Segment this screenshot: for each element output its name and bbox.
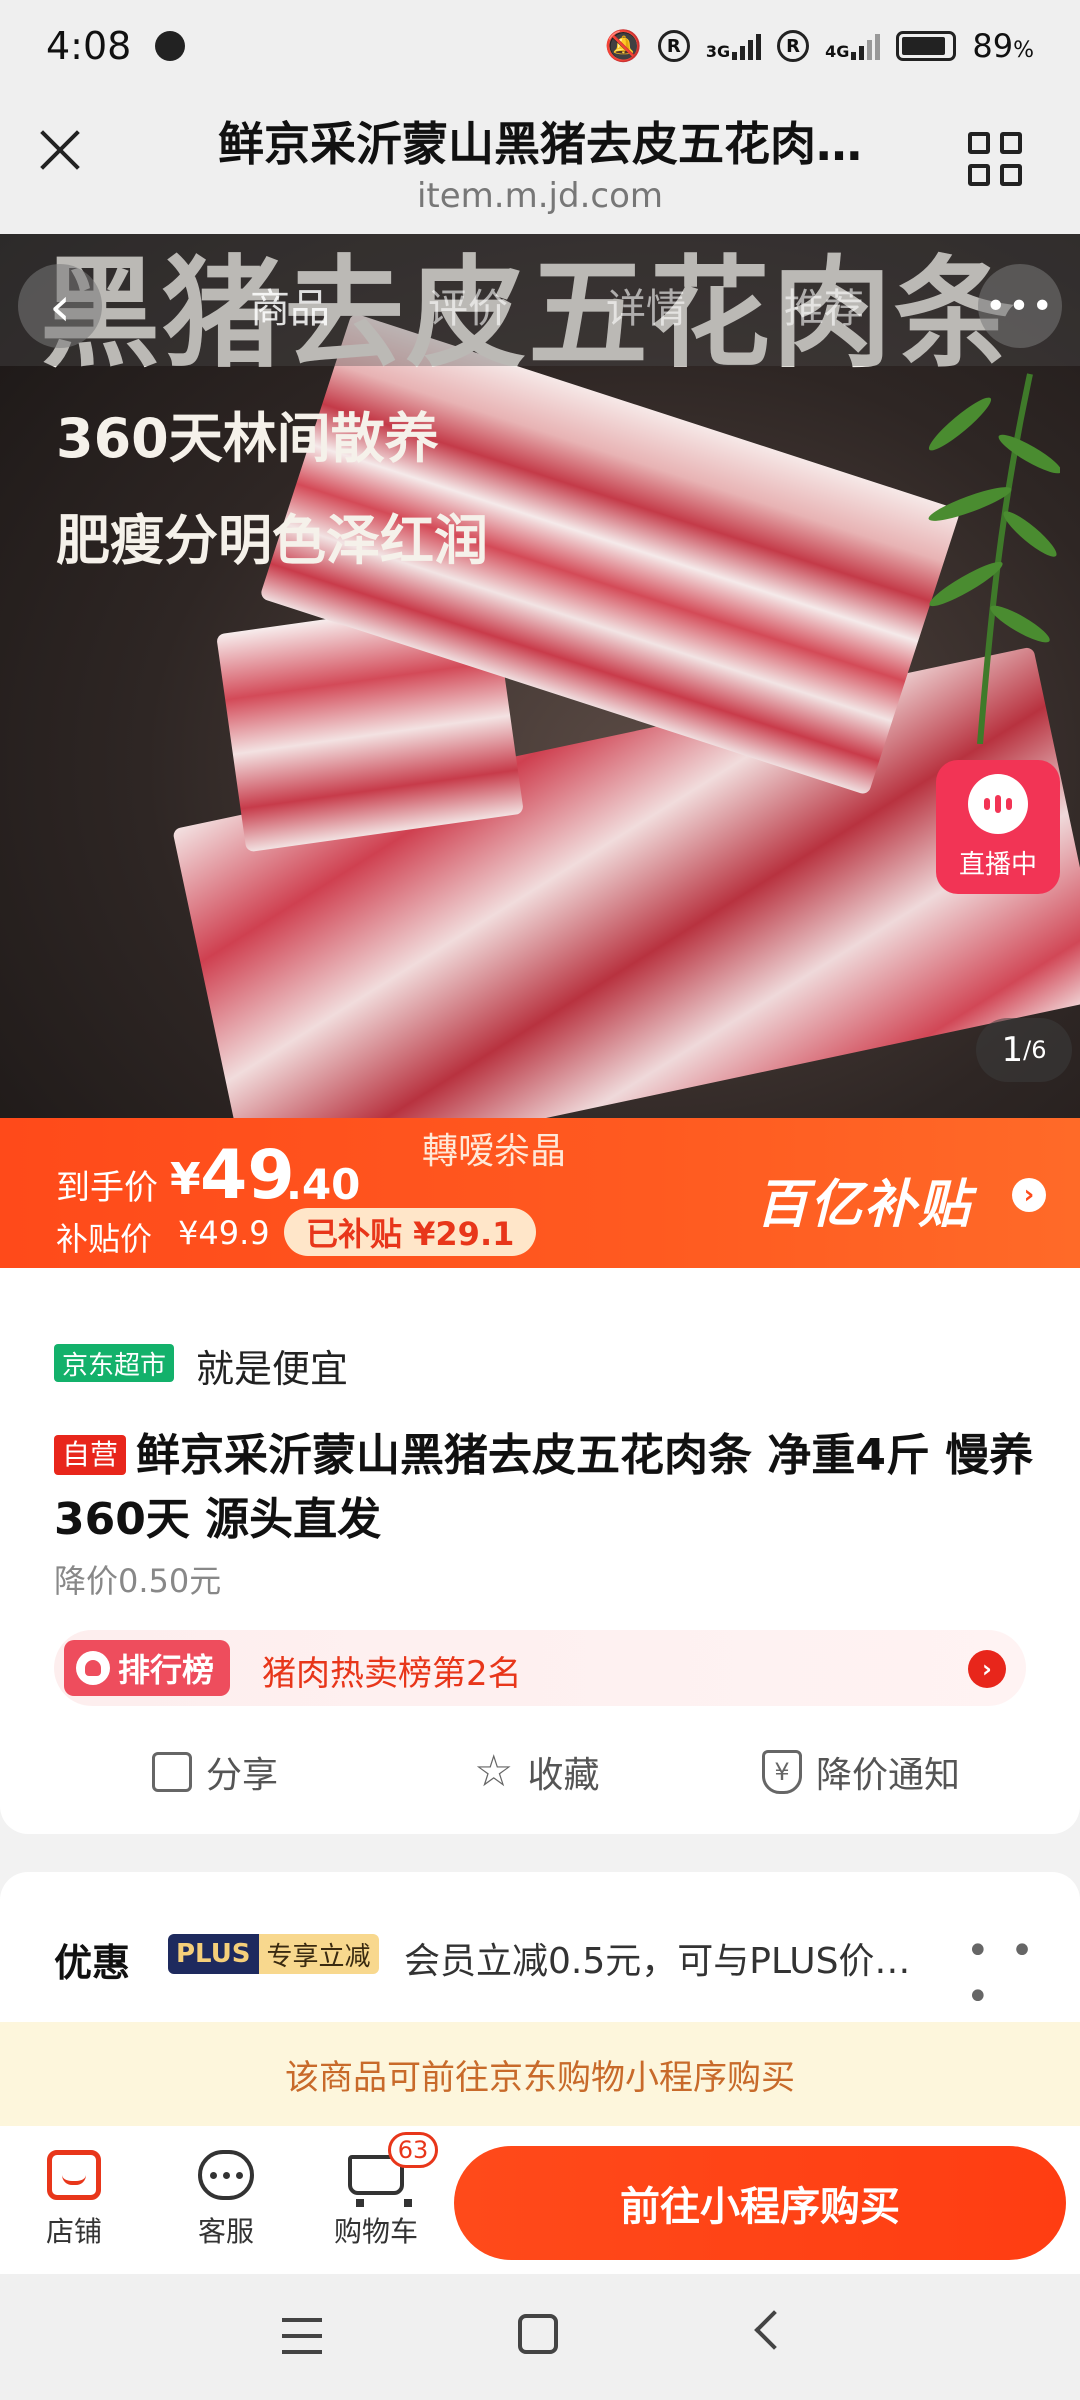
- service-label: 客服: [197, 2215, 254, 2248]
- ranking-label: 排行榜: [118, 1651, 215, 1689]
- plus-badge: PLUS 专享立减: [168, 1934, 379, 1974]
- favorite-button[interactable]: ☆ 收藏: [474, 1746, 599, 1798]
- tab-reviews[interactable]: 评价: [428, 276, 508, 334]
- self-operated-badge: 自营: [54, 1435, 127, 1475]
- product-image-carousel[interactable]: 黑猪去皮五花肉条 360天林间散养 肥瘦分明色泽红润: [0, 234, 1080, 1118]
- notification-icon: [155, 31, 186, 61]
- star-icon: ☆: [474, 1746, 514, 1797]
- ranking-badge: 排行榜: [64, 1640, 231, 1696]
- roaming-icon: R: [657, 30, 690, 62]
- store-tag: 轉嗳尜晶: [422, 1131, 567, 1172]
- status-right: 🔕 R 3G R 4G 89%: [604, 27, 1034, 65]
- cart-label: 购物车: [333, 2215, 418, 2248]
- more-icon[interactable]: •••: [978, 264, 1062, 348]
- close-icon[interactable]: [30, 120, 90, 180]
- subsidy-saved-badge: 已补贴 ¥29.1: [284, 1208, 537, 1256]
- battery-level: 89%: [972, 27, 1034, 65]
- product-actions: 分享 ☆ 收藏 ¥ 降价通知: [0, 1746, 1080, 1806]
- final-price-integer: 49: [200, 1136, 295, 1215]
- section-tabs: ‹ 商品 评价 详情 推荐 •••: [0, 234, 1080, 366]
- favorite-label: 收藏: [527, 1755, 600, 1796]
- system-navigation-bar: [0, 2274, 1080, 2400]
- price-drop-text: 降价0.50元: [54, 1562, 222, 1600]
- page-url: item.m.jd.com: [416, 176, 663, 216]
- price-bar[interactable]: 轉嗳尜晶 到手价 ¥ 49 .40 补贴价 ¥49.9 已补贴 ¥29.1 百亿…: [0, 1118, 1080, 1268]
- chevron-right-icon: ›: [968, 1650, 1006, 1688]
- hero-subtitle-1: 360天林间散养: [56, 407, 439, 470]
- back-icon[interactable]: ‹: [18, 264, 102, 348]
- share-button[interactable]: 分享: [152, 1746, 278, 1798]
- tab-details[interactable]: 详情: [606, 276, 686, 334]
- promotion-text: 会员立减0.5元，可与PLUS价…: [404, 1941, 911, 1982]
- live-icon: [968, 773, 1028, 834]
- tab-product[interactable]: 商品: [250, 276, 330, 334]
- mini-program-notice: 该商品可前往京东购物小程序购买: [0, 2022, 1080, 2126]
- final-price-label: 到手价: [56, 1168, 158, 1208]
- bottom-action-bar: 店铺 客服 63 购物车 前往小程序购买: [0, 2126, 1080, 2274]
- subsidy-price: ¥49.9: [178, 1214, 270, 1252]
- buy-in-mini-program-button[interactable]: 前往小程序购买: [454, 2146, 1066, 2260]
- back-nav-icon[interactable]: [754, 2310, 794, 2350]
- chat-icon: [198, 2150, 254, 2200]
- page-title: 鲜京采沂蒙山黑猪去皮五花肉…: [218, 117, 862, 171]
- roaming-icon-2: R: [777, 30, 810, 62]
- battery-icon: [896, 31, 957, 61]
- store-icon: [47, 2150, 101, 2200]
- status-time: 4:08: [46, 24, 132, 68]
- customer-service-button[interactable]: 客服: [166, 2140, 286, 2250]
- mute-icon: 🔕: [604, 28, 642, 64]
- signal-4g-icon: 4G: [825, 32, 881, 61]
- tab-recommend[interactable]: 推荐: [784, 276, 864, 334]
- channel-badge: 京东超市: [54, 1344, 175, 1382]
- ranking-text: 猪肉热卖榜第2名: [262, 1654, 522, 1694]
- store-button[interactable]: 店铺: [14, 2140, 134, 2250]
- live-label: 直播中: [958, 849, 1037, 880]
- subsidy-logo: 百亿补贴: [756, 1175, 973, 1235]
- network-4g-label: 4G: [825, 42, 850, 61]
- live-button[interactable]: 直播中: [936, 760, 1060, 894]
- promotion-row[interactable]: 优惠 PLUS 专享立减 会员立减0.5元，可与PLUS价… • • •: [0, 1872, 1080, 2022]
- store-label: 店铺: [45, 2215, 102, 2248]
- ranking-bar[interactable]: 排行榜 猪肉热卖榜第2名 ›: [54, 1630, 1026, 1706]
- price-alert-label: 降价通知: [816, 1755, 961, 1796]
- trophy-icon: [76, 1651, 110, 1685]
- chevron-right-icon[interactable]: ›: [1012, 1178, 1046, 1212]
- price-alert-icon: ¥: [762, 1750, 802, 1794]
- share-label: 分享: [206, 1755, 279, 1796]
- home-icon[interactable]: [518, 2314, 558, 2354]
- currency-symbol: ¥: [170, 1154, 201, 1205]
- cart-count-badge: 63: [388, 2132, 438, 2168]
- more-icon[interactable]: • • •: [966, 1928, 1080, 2020]
- product-title: 自营 鲜京采沂蒙山黑猪去皮五花肉条 净重4斤 慢养360天 源头直发: [54, 1424, 1034, 1552]
- promotion-label: 优惠: [54, 1941, 131, 1985]
- product-title-text: 鲜京采沂蒙山黑猪去皮五花肉条 净重4斤 慢养360天 源头直发: [54, 1430, 1034, 1545]
- grid-menu-icon[interactable]: [968, 132, 1024, 188]
- browser-header: 鲜京采沂蒙山黑猪去皮五花肉… item.m.jd.com: [0, 92, 1080, 234]
- share-icon: [152, 1752, 192, 1792]
- recent-apps-icon[interactable]: [282, 2318, 322, 2354]
- hero-subtitle-2: 肥瘦分明色泽红润: [56, 509, 488, 572]
- subsidy-price-label: 补贴价: [56, 1220, 153, 1258]
- signal-3g-icon: 3G: [705, 32, 762, 61]
- cart-button[interactable]: 63 购物车: [316, 2132, 438, 2250]
- price-alert-button[interactable]: ¥ 降价通知: [762, 1746, 960, 1798]
- product-info-card: 京东超市 就是便宜 自营 鲜京采沂蒙山黑猪去皮五花肉条 净重4斤 慢养360天 源…: [0, 1268, 1080, 1834]
- image-counter: 1/6: [976, 1018, 1072, 1082]
- channel-slogan: 就是便宜: [196, 1347, 349, 1391]
- rosemary-image: [928, 373, 1060, 744]
- final-price-decimal: .40: [286, 1160, 361, 1209]
- status-bar: 4:08 🔕 R 3G R 4G 89%: [0, 0, 1080, 92]
- network-3g-label: 3G: [705, 42, 731, 61]
- page: 4:08 🔕 R 3G R 4G 89% 鲜京采沂蒙山黑猪去皮五花肉… item…: [0, 0, 1080, 2400]
